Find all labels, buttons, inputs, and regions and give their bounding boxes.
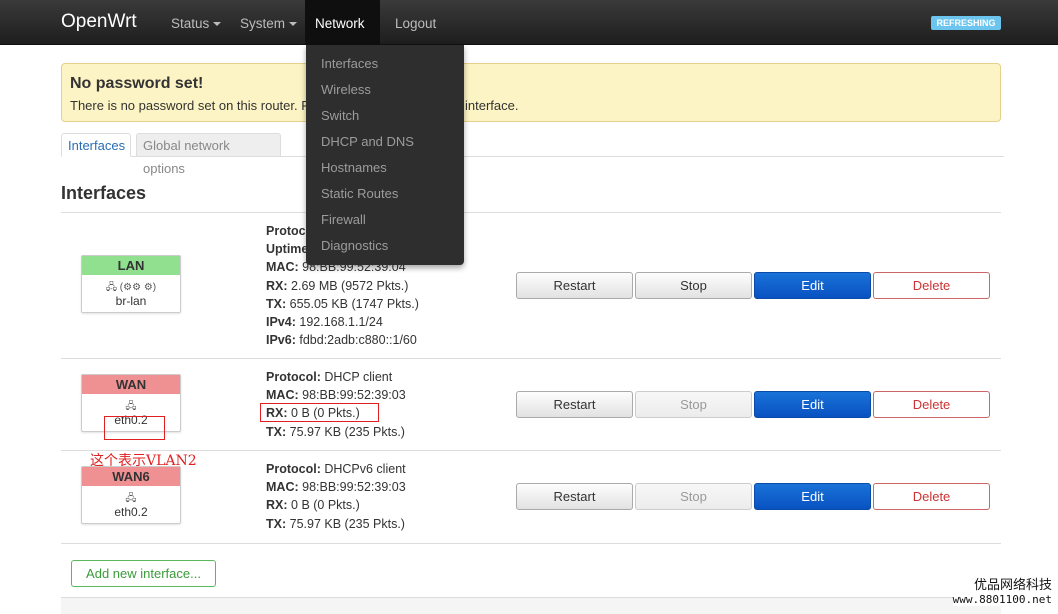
device-name: eth0.2 <box>114 505 148 519</box>
status-label: Protoc <box>266 224 306 238</box>
menu-item-interfaces[interactable]: Interfaces <box>321 56 378 71</box>
watermark: 优品网络科技 www.8801100.net <box>952 574 1052 606</box>
interface-device: 🖧 eth0.2 <box>82 486 180 523</box>
ethernet-port-icon: 🖧 <box>125 493 137 504</box>
status-value: DHCP client <box>324 370 393 384</box>
annotation-box-device <box>104 416 165 440</box>
alert-title: No password set! <box>70 75 204 92</box>
status-value: 98:BB:99:52:39:03 <box>302 388 406 403</box>
status-value: 192.168.1.1/24 <box>299 315 383 330</box>
restart-button-lan[interactable]: Restart <box>516 272 633 299</box>
interface-badge-wan6: WAN6 🖧 eth0.2 <box>81 466 181 524</box>
status-value: DHCPv6 client <box>324 462 406 476</box>
row-divider <box>61 543 1001 544</box>
top-navbar: OpenWrt Status System Network Logout REF… <box>0 0 1058 75</box>
watermark-line1: 优品网络科技 <box>973 577 1052 592</box>
status-label: TX: <box>266 516 287 531</box>
status-label: MAC: <box>266 388 299 403</box>
stop-button-wan6[interactable]: Stop <box>635 483 752 510</box>
status-line: RX: 2.69 MB (9572 Pkts.) <box>266 277 419 295</box>
nav-logout[interactable]: Logout <box>385 0 446 45</box>
nav-system-label: System <box>240 16 286 31</box>
status-line: TX: 75.97 KB (235 Pkts.) <box>266 423 406 441</box>
status-label: RX: <box>266 498 288 513</box>
status-value: 75.97 KB (235 Pkts.) <box>289 516 405 531</box>
brand-logo[interactable]: OpenWrt <box>61 11 137 33</box>
status-label: IPv6: <box>266 333 296 348</box>
status-value: 75.97 KB (235 Pkts.) <box>289 424 405 439</box>
status-value: 98:BB:99:52:39:03 <box>302 480 406 495</box>
status-value: 0 B (0 Pkts.) <box>291 498 360 513</box>
restart-button-wan[interactable]: Restart <box>516 391 633 418</box>
row-divider <box>61 450 1001 451</box>
no-password-alert: No password set! There is no password se… <box>61 63 1001 122</box>
restart-button-wan6[interactable]: Restart <box>516 483 633 510</box>
delete-button-lan[interactable]: Delete <box>873 272 990 299</box>
status-label: MAC: <box>266 260 299 275</box>
status-label: Uptime <box>266 242 309 257</box>
delete-button-wan[interactable]: Delete <box>873 391 990 418</box>
nav-system[interactable]: System <box>230 0 307 45</box>
device-name: br-lan <box>115 294 147 308</box>
tab-global-network-options[interactable]: Global network options <box>136 133 281 176</box>
annotation-box-rx <box>260 403 379 422</box>
nav-status[interactable]: Status <box>161 0 231 45</box>
nav-network-label: Network <box>315 16 365 31</box>
ethernet-port-icon: 🖧 <box>125 401 137 412</box>
status-line: Protocol: DHCP client <box>266 368 406 386</box>
table-top-divider <box>61 212 1001 213</box>
chevron-down-icon <box>289 22 298 27</box>
status-line: TX: 75.97 KB (235 Pkts.) <box>266 515 406 533</box>
edit-button-wan[interactable]: Edit <box>754 391 871 418</box>
status-label: MAC: <box>266 480 299 495</box>
tab-interfaces[interactable]: Interfaces <box>61 133 131 157</box>
status-line: MAC: 98:BB:99:52:39:03 <box>266 386 406 404</box>
status-label: Protocol: <box>266 462 321 476</box>
interface-badge-lan: LAN 🖧 (⚙⚙ ⚙) br-lan <box>81 255 181 313</box>
status-line: TX: 655.05 KB (1747 Pkts.) <box>266 295 419 313</box>
stop-button-wan[interactable]: Stop <box>635 391 752 418</box>
interface-status-wan6: Protocol: DHCPv6 client MAC: 98:BB:99:52… <box>266 460 406 533</box>
nav-network[interactable]: Network <box>305 0 380 75</box>
nav-status-label: Status <box>171 16 210 31</box>
menu-item-static-routes[interactable]: Static Routes <box>321 186 398 201</box>
edit-button-lan[interactable]: Edit <box>754 272 871 299</box>
status-label: TX: <box>266 296 287 311</box>
bridge-ports-icon: 🖧 (⚙⚙ ⚙) <box>105 282 157 293</box>
status-line: Protocol: DHCPv6 client <box>266 460 406 478</box>
nav-logout-label: Logout <box>395 16 437 31</box>
status-value: fdbd:2adb:c880::1/60 <box>299 333 417 348</box>
menu-item-wireless[interactable]: Wireless <box>321 82 371 97</box>
status-line: RX: 0 B (0 Pkts.) <box>266 496 406 514</box>
status-line: IPv6: fdbd:2adb:c880::1/60 <box>266 331 419 349</box>
row-divider <box>61 358 1001 359</box>
interface-device: 🖧 (⚙⚙ ⚙) br-lan <box>82 275 180 312</box>
watermark-line2: www.8801100.net <box>952 593 1052 606</box>
status-line: IPv4: 192.168.1.1/24 <box>266 313 419 331</box>
status-line: MAC: 98:BB:99:52:39:03 <box>266 478 406 496</box>
status-value: 2.69 MB (9572 Pkts.) <box>291 278 409 293</box>
status-label: RX: <box>266 278 288 293</box>
refreshing-badge[interactable]: REFRESHING <box>931 16 1001 30</box>
interface-name: WAN <box>82 375 180 394</box>
status-label: Protocol: <box>266 370 321 384</box>
annotation-note: 这个表示VLAN2 <box>90 453 197 469</box>
delete-button-wan6[interactable]: Delete <box>873 483 990 510</box>
page-title: Interfaces <box>61 183 147 203</box>
chevron-down-icon <box>213 22 222 27</box>
footer-bar <box>61 597 1001 614</box>
menu-item-hostnames[interactable]: Hostnames <box>321 160 387 175</box>
network-dropdown-menu: Interfaces Wireless Switch DHCP and DNS … <box>306 45 464 265</box>
menu-item-diagnostics[interactable]: Diagnostics <box>321 238 388 253</box>
stop-button-lan[interactable]: Stop <box>635 272 752 299</box>
add-interface-button[interactable]: Add new interface... <box>71 560 216 587</box>
menu-item-switch[interactable]: Switch <box>321 108 359 123</box>
status-label: IPv4: <box>266 315 296 330</box>
status-value: 655.05 KB (1747 Pkts.) <box>289 296 419 311</box>
interface-name: LAN <box>82 256 180 275</box>
edit-button-wan6[interactable]: Edit <box>754 483 871 510</box>
menu-item-firewall[interactable]: Firewall <box>321 212 366 227</box>
menu-item-dhcp-dns[interactable]: DHCP and DNS <box>321 134 414 149</box>
status-label: TX: <box>266 424 287 439</box>
